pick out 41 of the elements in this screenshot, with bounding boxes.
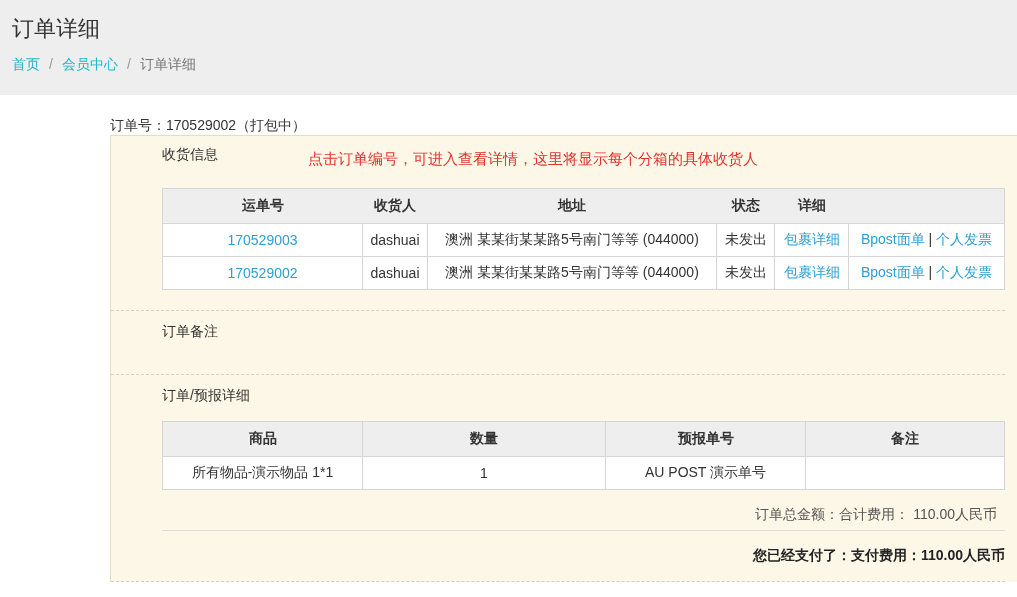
table-cell: 未发出	[716, 223, 775, 257]
section-title: 订单备注	[162, 323, 218, 339]
table-cell: 澳洲 某某街某某路5号南门等等 (044000)	[427, 256, 717, 290]
table-cell: dashuai	[362, 256, 428, 290]
breadcrumb-separator: /	[126, 55, 131, 74]
order-number: 订单号：170529002（打包中）	[110, 116, 308, 135]
table-cell: dashuai	[362, 223, 428, 257]
breadcrumb-link[interactable]: 会员中心	[61, 54, 118, 74]
invoice-link[interactable]: 个人发票	[936, 231, 993, 247]
page-title: 订单详细	[12, 15, 101, 43]
waybill-link[interactable]: 170529003	[227, 232, 298, 248]
breadcrumb-separator: /	[49, 55, 53, 74]
table-cell: AU POST 演示单号	[605, 456, 806, 490]
link-separator: |	[928, 231, 933, 247]
column-header: 商品	[162, 421, 363, 457]
column-header: 详细	[774, 188, 849, 224]
column-header: 备注	[805, 421, 1005, 457]
invoice-link[interactable]: 个人发票	[936, 264, 993, 280]
notice-text: 点击订单编号，可进入查看详情，这里将显示每个分箱的具体收货人	[308, 150, 758, 169]
section-title: 收货信息	[162, 146, 218, 164]
order-total: 订单总金额：合计费用： 110.00人民币	[755, 506, 998, 524]
table-cell: 澳洲 某某街某某路5号南门等等 (044000)	[427, 223, 717, 257]
column-header: 运单号	[162, 188, 363, 224]
detail-link[interactable]: 包裹详细	[783, 264, 840, 280]
link-separator: |	[928, 264, 933, 280]
section-title: 订单/预报详细	[162, 387, 250, 405]
label-link[interactable]: Bpost面单	[860, 231, 925, 247]
table-cell: 1	[362, 456, 606, 490]
detail-link[interactable]: 包裹详细	[783, 231, 840, 247]
column-header: 预报单号	[605, 421, 806, 457]
column-header: 状态	[716, 188, 775, 224]
table-cell: 未发出	[716, 256, 775, 290]
column-header: 地址	[427, 188, 717, 224]
column-header: 收货人	[362, 188, 428, 224]
waybill-link[interactable]: 170529002	[227, 265, 298, 281]
breadcrumb-current: 订单详细	[139, 55, 196, 74]
column-header: 数量	[362, 421, 606, 457]
paid-amount: 您已经支付了：支付费用：110.00人民币	[752, 547, 1005, 565]
label-link[interactable]: Bpost面单	[860, 264, 925, 280]
breadcrumb-link[interactable]: 首页	[12, 54, 40, 74]
table-cell: 所有物品-演示物品 1*1	[162, 456, 363, 490]
